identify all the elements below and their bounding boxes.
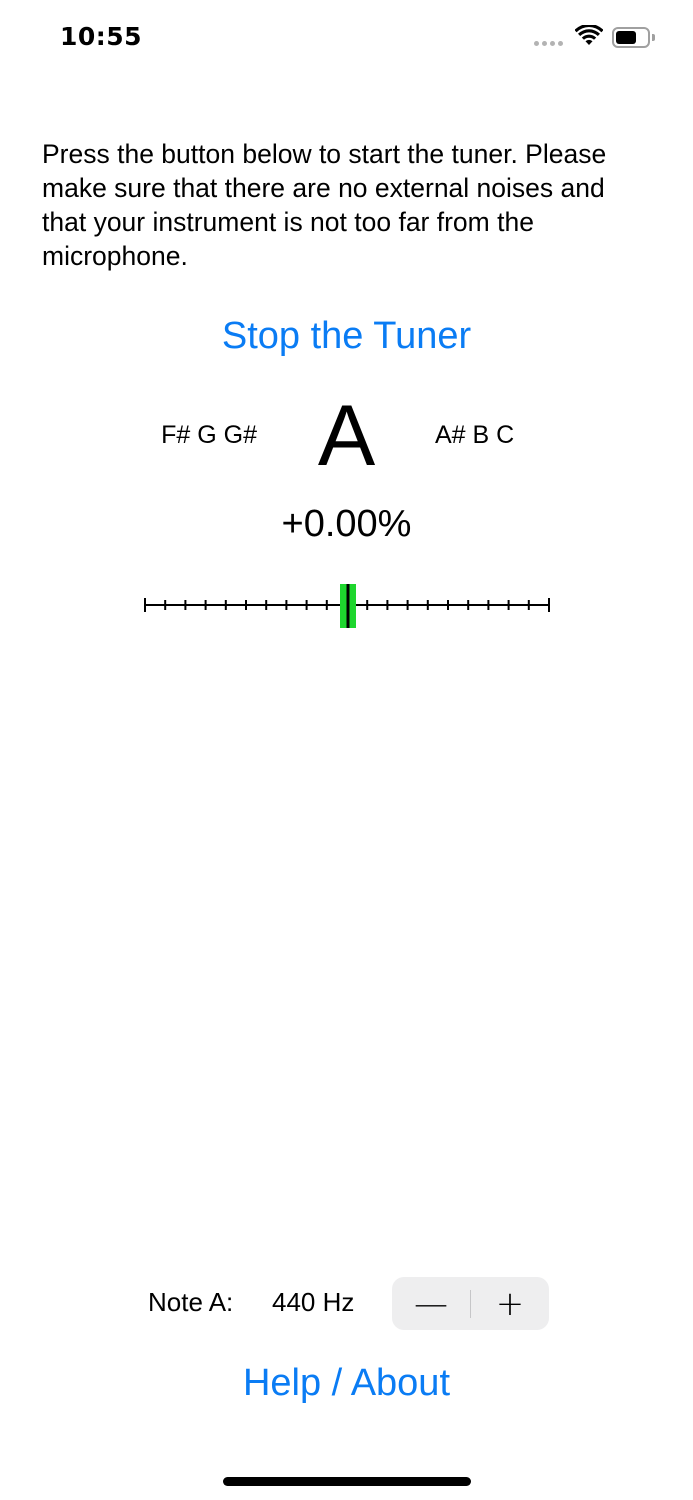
current-note-label: A [317,388,376,484]
higher-notes-label: A# B C [435,421,515,449]
tuner-scale [144,584,550,628]
status-bar: 10:55 [0,0,693,80]
frequency-stepper: — + [392,1277,549,1330]
battery-icon [612,27,650,48]
deviation-label: +0.00% [281,503,412,545]
home-indicator [223,1477,471,1486]
status-time: 10:55 [60,22,143,51]
battery-tip [652,34,655,41]
increment-button[interactable]: + [471,1277,549,1330]
decrement-button[interactable]: — [392,1277,470,1330]
note-display: F# G G# A A# B C [0,388,693,484]
cellular-signal-icon [534,41,563,46]
instructions-text: Press the button below to start the tune… [42,139,607,271]
reference-note-label: Note A: [148,1287,234,1317]
wifi-icon [575,25,603,45]
help-about-button[interactable]: Help / About [0,1362,693,1405]
reference-pitch-row: Note A: 440 Hz — + [0,1276,693,1332]
reference-frequency-value: 440 Hz [272,1287,355,1317]
stop-tuner-button[interactable]: Stop the Tuner [0,315,693,358]
